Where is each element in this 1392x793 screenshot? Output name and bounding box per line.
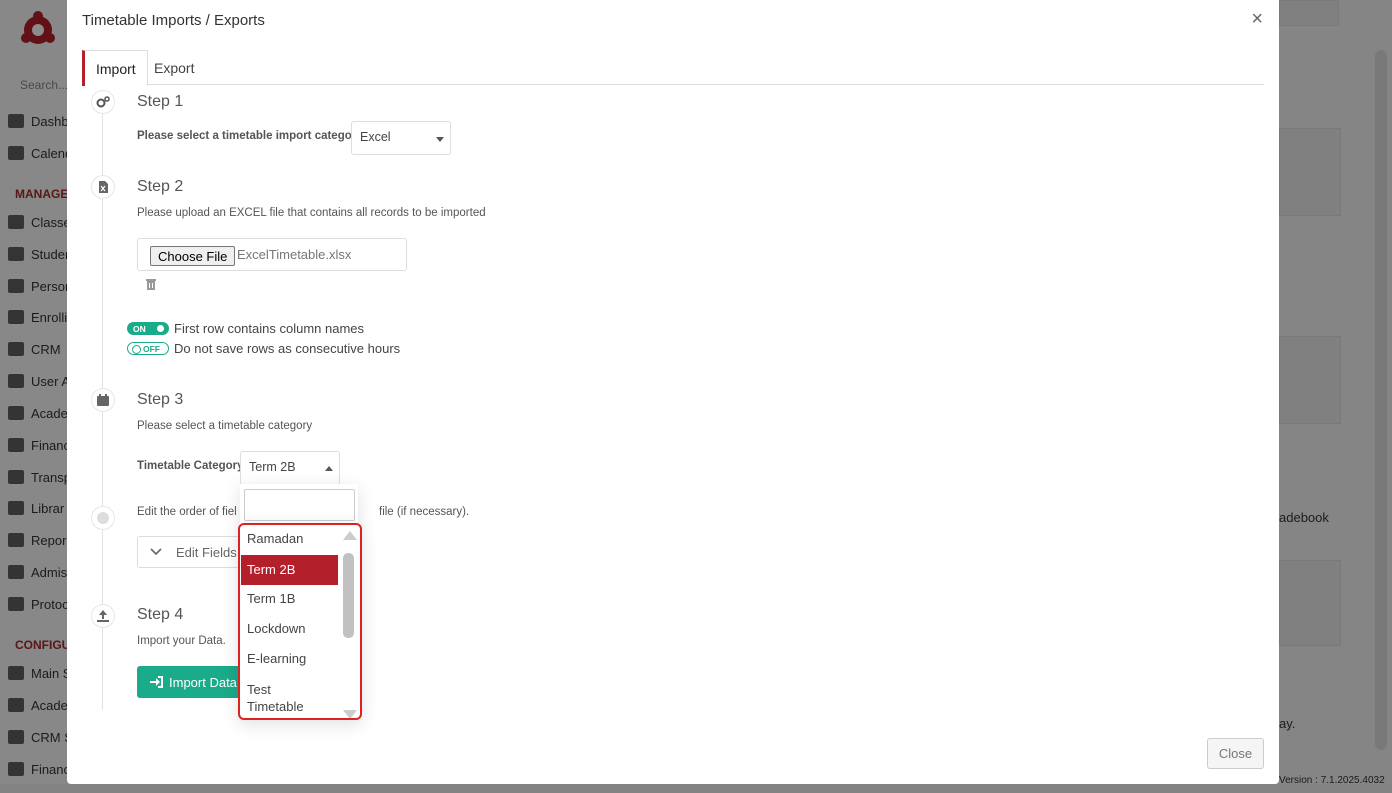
import-category-value: Excel bbox=[360, 130, 391, 144]
first-row-names-toggle[interactable]: ON bbox=[127, 322, 169, 335]
option-term-1b[interactable]: Term 1B bbox=[241, 591, 338, 611]
import-data-button[interactable]: Import Data bbox=[137, 666, 242, 698]
option-ramadan[interactable]: Ramadan bbox=[241, 531, 338, 551]
step4-title: Step 4 bbox=[137, 606, 184, 623]
edit-fields-label: Edit Fields bbox=[176, 544, 237, 560]
first-row-names-label: First row contains column names bbox=[174, 321, 365, 336]
dropdown-search-container bbox=[240, 484, 358, 524]
chevron-down-icon bbox=[150, 545, 162, 559]
scroll-up-icon[interactable] bbox=[343, 531, 357, 540]
step1-title: Step 1 bbox=[137, 93, 184, 110]
caret-up-icon bbox=[325, 466, 333, 471]
gears-icon bbox=[91, 90, 115, 114]
import-category-select[interactable]: Excel bbox=[351, 121, 451, 155]
tab-bar: Import Export bbox=[82, 50, 1264, 86]
timetable-category-value: Term 2B bbox=[249, 460, 296, 474]
step2-title: Step 2 bbox=[137, 178, 184, 195]
calendar-icon bbox=[91, 388, 115, 412]
option-e-learning[interactable]: E-learning bbox=[241, 651, 338, 671]
consecutive-hours-toggle[interactable]: OFF bbox=[127, 342, 169, 355]
close-icon[interactable]: × bbox=[1251, 8, 1263, 31]
close-button[interactable]: Close bbox=[1207, 738, 1264, 769]
option-term-2b[interactable]: Term 2B bbox=[241, 555, 338, 585]
timetable-category-select[interactable]: Term 2B bbox=[240, 451, 340, 485]
edit-fields-collapsible[interactable]: Edit Fields bbox=[137, 536, 247, 568]
dropdown-search-input[interactable] bbox=[244, 489, 355, 521]
dropdown-scrollbar[interactable] bbox=[343, 553, 354, 638]
consecutive-hours-label: Do not save rows as consecutive hours bbox=[174, 341, 401, 356]
step4-description: Import your Data. bbox=[137, 635, 226, 647]
caret-down-icon bbox=[436, 137, 444, 142]
timetable-import-export-modal: Timetable Imports / Exports × Import Exp… bbox=[67, 0, 1279, 784]
step3-description: Please select a timetable category bbox=[137, 420, 313, 432]
tab-import[interactable]: Import bbox=[82, 50, 148, 86]
excel-file-icon bbox=[91, 175, 115, 199]
modal-title: Timetable Imports / Exports bbox=[82, 12, 265, 29]
edit-order-text: Edit the order of fiel bbox=[137, 506, 237, 518]
option-test-timetable[interactable]: Test Timetable bbox=[241, 681, 311, 717]
import-category-label: Please select a timetable import categor… bbox=[137, 130, 363, 142]
import-data-label: Import Data bbox=[169, 674, 237, 690]
upload-icon bbox=[91, 604, 115, 628]
step2-description: Please upload an EXCEL file that contain… bbox=[137, 207, 486, 219]
edit-order-text-end: file (if necessary). bbox=[379, 506, 470, 518]
scroll-down-icon[interactable] bbox=[343, 710, 357, 718]
trash-icon[interactable] bbox=[146, 278, 156, 290]
timetable-category-options: Ramadan Term 2B Term 1B Lockdown E-learn… bbox=[238, 523, 362, 720]
tab-export[interactable]: Export bbox=[143, 50, 205, 85]
step3-title: Step 3 bbox=[137, 391, 184, 408]
sign-in-icon bbox=[150, 676, 163, 688]
option-lockdown[interactable]: Lockdown bbox=[241, 621, 338, 641]
circle-icon bbox=[91, 506, 115, 530]
timetable-category-label: Timetable Category bbox=[137, 460, 244, 472]
choose-file-button[interactable]: Choose File bbox=[150, 246, 236, 266]
file-name: ExcelTimetable.xlsx bbox=[237, 247, 352, 262]
file-input[interactable]: Choose File ExcelTimetable.xlsx bbox=[137, 238, 407, 271]
